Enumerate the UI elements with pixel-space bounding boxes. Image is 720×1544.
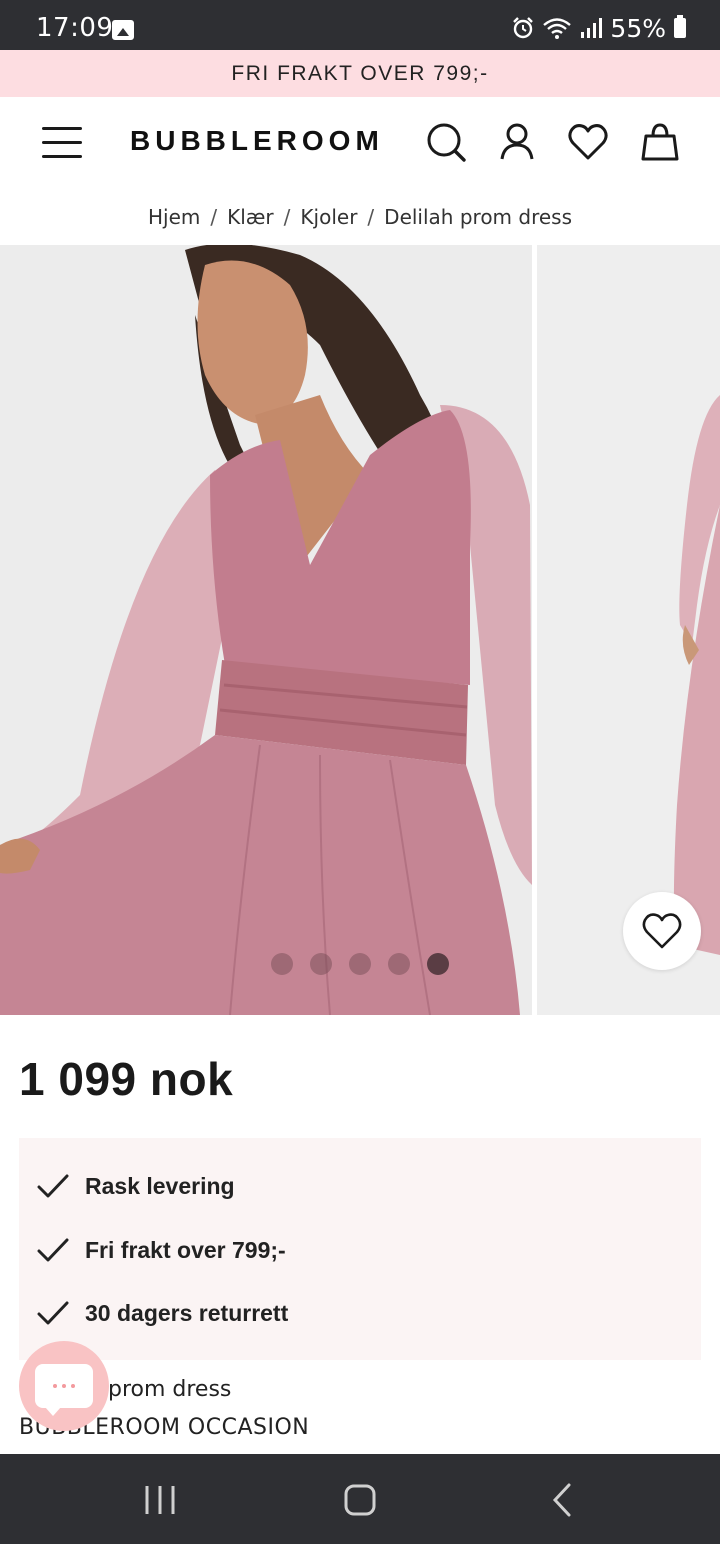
usp-text: Rask levering	[85, 1172, 235, 1199]
breadcrumb-separator: /	[210, 205, 218, 229]
product-gallery[interactable]	[0, 245, 720, 1015]
search-icon[interactable]	[425, 121, 467, 163]
status-time: 17:09	[36, 13, 114, 43]
breadcrumb-item-clothes[interactable]: Klær	[227, 205, 274, 229]
gallery-dots	[271, 953, 449, 975]
back-icon[interactable]	[544, 1482, 584, 1518]
product-price: 1 099 nok	[19, 1053, 234, 1105]
home-icon[interactable]	[340, 1482, 380, 1518]
site-header: BUBBLEROOM	[0, 97, 720, 189]
status-bar: 17:09 55%	[0, 0, 720, 50]
breadcrumb: Hjem / Klær / Kjoler / Delilah prom dres…	[0, 189, 720, 245]
usp-item: 30 dagers returrett	[37, 1293, 288, 1333]
breadcrumb-separator: /	[367, 205, 375, 229]
gallery-dot-active[interactable]	[427, 953, 449, 975]
breadcrumb-item-home[interactable]: Hjem	[148, 205, 200, 229]
gallery-dot[interactable]	[310, 953, 332, 975]
signal-icon	[580, 17, 603, 39]
system-nav-bar	[0, 1454, 720, 1544]
check-icon	[37, 1238, 69, 1262]
promo-text: FRI FRAKT OVER 799;-	[231, 61, 489, 85]
product-name: prom dress	[108, 1377, 232, 1402]
check-icon	[37, 1301, 69, 1325]
status-icons: 55%	[512, 13, 686, 43]
breadcrumb-separator: /	[283, 205, 291, 229]
usp-item: Rask levering	[37, 1166, 235, 1206]
promo-banner: FRI FRAKT OVER 799;-	[0, 50, 720, 97]
breadcrumb-item-current: Delilah prom dress	[384, 205, 573, 229]
chat-button[interactable]	[19, 1341, 109, 1431]
check-icon	[37, 1174, 69, 1198]
site-logo[interactable]: BUBBLEROOM	[130, 125, 384, 157]
menu-icon[interactable]	[42, 127, 82, 159]
breadcrumb-item-dresses[interactable]: Kjoler	[300, 205, 357, 229]
gallery-icon	[112, 20, 134, 40]
recents-icon[interactable]	[140, 1482, 180, 1518]
wifi-icon	[542, 16, 572, 40]
chat-icon	[35, 1364, 93, 1416]
usp-text: Fri frakt over 799;-	[85, 1236, 286, 1263]
gallery-dot[interactable]	[271, 953, 293, 975]
product-photo-main[interactable]	[0, 245, 532, 1015]
usp-box: Rask levering Fri frakt over 799;- 30 da…	[19, 1138, 701, 1360]
add-to-wishlist-button[interactable]	[623, 892, 701, 970]
usp-item: Fri frakt over 799;-	[37, 1230, 286, 1270]
heart-icon	[642, 913, 682, 949]
product-photo-second[interactable]	[537, 245, 720, 1015]
usp-text: 30 dagers returrett	[85, 1299, 289, 1326]
alarm-icon	[512, 17, 534, 39]
battery-percent: 55%	[610, 13, 666, 43]
account-icon[interactable]	[496, 121, 538, 163]
gallery-dot[interactable]	[349, 953, 371, 975]
wishlist-icon[interactable]	[567, 121, 609, 163]
battery-icon	[674, 15, 686, 38]
bag-icon[interactable]	[639, 121, 681, 163]
gallery-dot[interactable]	[388, 953, 410, 975]
